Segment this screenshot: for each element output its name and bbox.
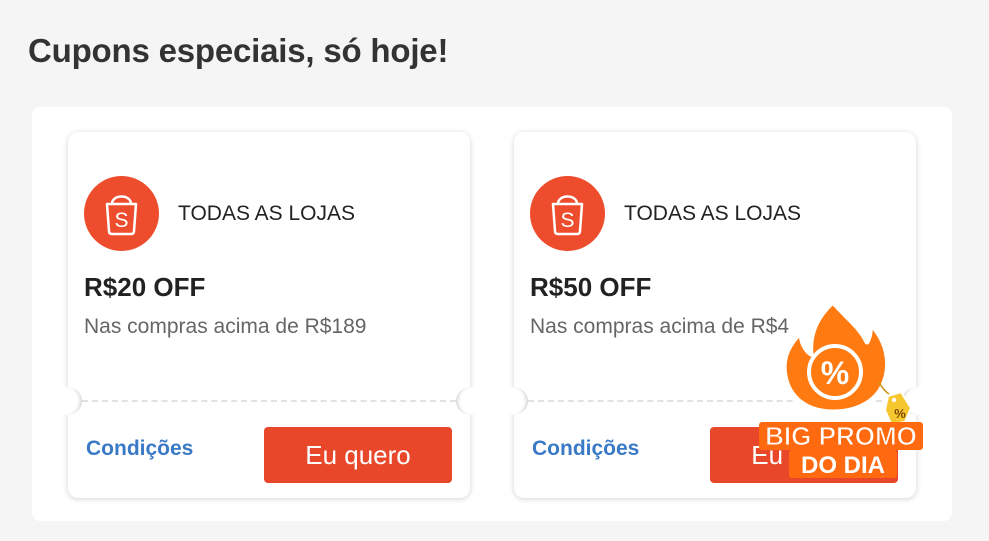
- svg-text:S: S: [114, 209, 128, 232]
- discount-amount: R$20 OFF: [84, 272, 206, 302]
- coupon-card: S TODAS AS LOJAS R$20 OFF Nas compras ac…: [54, 132, 484, 498]
- minimum-purchase-text: Nas compras acima de R$189: [84, 315, 367, 338]
- svg-text:%: %: [894, 406, 906, 421]
- ticket-notch-left: [500, 387, 528, 415]
- minimum-purchase-text: Nas compras acima de R$4: [530, 315, 790, 338]
- store-name: TODAS AS LOJAS: [178, 202, 356, 225]
- flame-percent-icon: %: [781, 299, 891, 415]
- promo-line1-text: BIG PROMO: [765, 421, 917, 451]
- ticket-notch-right: [456, 387, 484, 415]
- shopee-bag-icon: S: [84, 176, 159, 251]
- discount-amount: R$50 OFF: [530, 272, 652, 302]
- big-promo-badge[interactable]: % % BIG PROMO DO DIA: [755, 296, 933, 486]
- claim-coupon-button[interactable]: Eu quero: [264, 427, 452, 483]
- page-title: Cupons especiais, só hoje!: [28, 32, 449, 69]
- svg-text:S: S: [560, 209, 574, 232]
- conditions-link[interactable]: Condições: [86, 437, 193, 461]
- promo-line2-text: DO DIA: [801, 452, 885, 479]
- conditions-link[interactable]: Condições: [532, 437, 639, 461]
- price-tag-icon: %: [878, 381, 913, 426]
- dashed-divider: [82, 400, 456, 402]
- ticket-notch-left: [54, 387, 82, 415]
- svg-text:%: %: [821, 355, 849, 391]
- store-name: TODAS AS LOJAS: [624, 202, 802, 225]
- shopee-bag-icon: S: [530, 176, 605, 251]
